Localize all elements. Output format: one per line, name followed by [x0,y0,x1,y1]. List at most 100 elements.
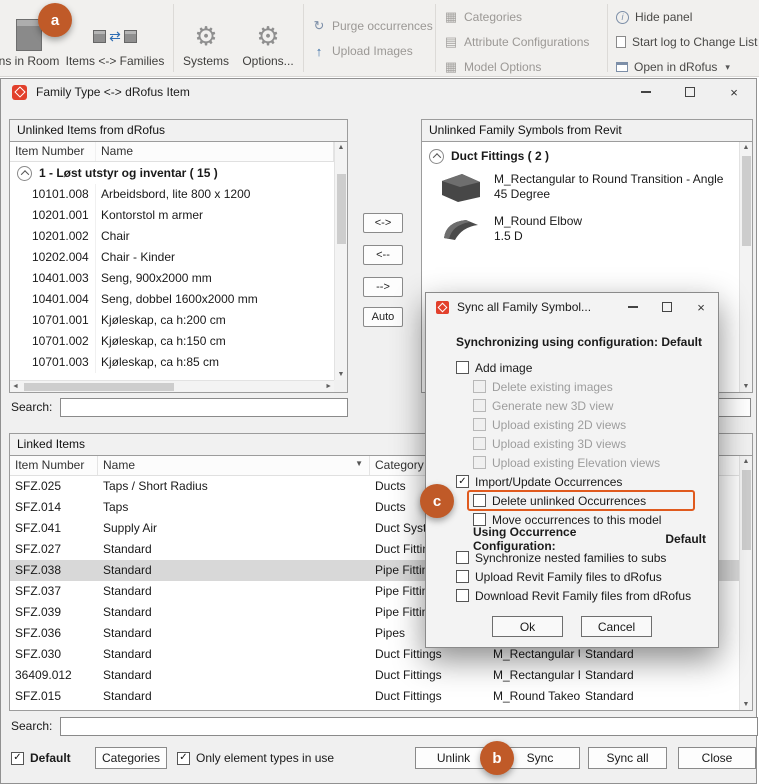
unlinked-item-row[interactable]: 10201.002Chair [10,226,334,247]
unlinked-vertical-scrollbar[interactable]: ▲ ▼ [334,142,347,380]
scroll-right-icon[interactable]: ► [325,383,332,390]
unlinked-item-row[interactable]: 10701.003Kjøleskap, ca h:85 cm [10,352,334,373]
unlinked-item-row[interactable]: 10401.004Seng, dobbel 1600x2000 mm [10,289,334,310]
unlinked-search-input[interactable] [60,398,348,417]
unlinked-item-row[interactable]: 10701.002Kjøleskap, ca h:150 cm [10,331,334,352]
checkbox[interactable] [456,589,469,602]
checkbox[interactable] [473,418,486,431]
close-icon[interactable]: × [712,79,756,105]
sync-option-synchronize-nested-families-to-subs[interactable]: Synchronize nested families to subs [456,548,706,567]
unlinked-item-row[interactable]: 10201.001Kontorstol m armer [10,205,334,226]
family-symbol-item[interactable]: M_Round Elbow1.5 D [422,209,739,251]
sync-option-delete-existing-images[interactable]: Delete existing images [473,377,706,396]
ribbon-start-log-button[interactable]: Start log to Change List [616,32,757,52]
unlinked-item-row[interactable]: 10202.004Chair - Kinder [10,247,334,268]
sync-option-upload-existing-elevation-views[interactable]: Upload existing Elevation views [473,453,706,472]
checkbox[interactable] [456,570,469,583]
ribbon-upload-images-button[interactable]: ↑ Upload Images [312,41,413,61]
scroll-left-icon[interactable]: ◄ [12,383,19,390]
ribbon-attribute-configurations-button[interactable]: ▤ Attribute Configurations [444,32,589,52]
sync-option-delete-unlinked-occurrences[interactable]: Delete unlinked Occurrences [467,490,695,511]
checkbox[interactable] [473,456,486,469]
link-both-button[interactable]: <-> [363,213,403,233]
unlinked-horizontal-scrollbar[interactable]: ◄ ► [10,380,334,392]
checkbox[interactable] [456,551,469,564]
ribbon-model-options-button[interactable]: ▦ Model Options [444,57,541,77]
sync-option-download-revit-family-files-from-drofus[interactable]: Download Revit Family files from dRofus [456,586,706,605]
search-label: Search: [11,400,52,414]
checkbox[interactable] [456,361,469,374]
families-group-row[interactable]: Duct Fittings ( 2 ) [422,145,739,167]
sync-all-button[interactable]: Sync all [588,747,667,769]
ribbon-options-button[interactable]: ⚙ Options... [237,0,299,74]
sync-option-upload-existing-3d-views[interactable]: Upload existing 3D views [473,434,706,453]
families-vertical-scrollbar[interactable]: ▲ ▼ [739,142,752,392]
scroll-down-icon[interactable]: ▼ [335,371,347,378]
linked-item-row[interactable]: SFZ.015StandardDuct FittingsM_Round Take… [10,686,739,707]
attribute-configurations-icon: ▤ [444,34,458,50]
unlinked-item-row[interactable]: 10701.001Kjøleskap, ca h:200 cm [10,310,334,331]
link-right-button[interactable]: --> [363,277,403,297]
sort-icon[interactable]: ▼ [355,459,363,468]
cancel-button[interactable]: Cancel [581,616,652,637]
close-icon[interactable]: × [684,293,718,321]
auto-link-button[interactable]: Auto [363,307,403,327]
window-titlebar[interactable]: Family Type <-> dRofus Item × [1,79,756,105]
ribbon-systems-button[interactable]: ⚙ Systems [179,0,233,74]
sync-option-upload-revit-family-files-to-drofus[interactable]: Upload Revit Family files to dRofus [456,567,706,586]
item-name-cell: Seng, dobbel 1600x2000 mm [96,289,334,310]
linked-vertical-scrollbar[interactable]: ▲ ▼ [739,456,752,710]
scroll-thumb[interactable] [742,156,751,246]
ribbon-items-families-button[interactable]: ⇄ Items <-> Families [60,0,170,74]
unlinked-group-row[interactable]: 1 - Løst utstyr og inventar ( 15 ) [10,162,334,184]
unlinked-item-row[interactable]: 10101.008Arbeidsbord, lite 800 x 1200 [10,184,334,205]
sync-option-generate-new-3d-view[interactable]: Generate new 3D view [473,396,706,415]
scroll-up-icon[interactable]: ▲ [335,144,347,151]
categories-button[interactable]: Categories [95,747,167,769]
close-button[interactable]: Close [678,747,756,769]
scroll-down-icon[interactable]: ▼ [740,701,752,708]
scroll-up-icon[interactable]: ▲ [740,458,752,465]
scroll-thumb[interactable] [337,174,346,244]
checkbox[interactable]: ✓ [177,752,190,765]
scroll-thumb[interactable] [24,383,174,391]
link-left-button[interactable]: <-- [363,245,403,265]
ribbon-categories-button[interactable]: ▦ Categories [444,7,522,27]
collapse-icon[interactable] [429,149,444,164]
minimize-icon[interactable] [624,79,668,105]
ribbon-open-in-drofus-button[interactable]: Open in dRofus ▾ [616,57,730,77]
minimize-icon[interactable] [616,293,650,321]
checkbox[interactable]: ✓ [11,752,24,765]
ribbon-hide-panel-button[interactable]: i Hide panel [616,7,692,27]
only-element-types-checkbox[interactable]: ✓ Only element types in use [177,747,334,769]
ribbon-purge-occurrences-button[interactable]: ↻ Purge occurrences [312,16,433,36]
collapse-icon[interactable] [17,166,32,181]
family-symbol-item[interactable]: M_Rectangular to Round Transition - Angl… [422,167,739,209]
sync-option-import-update-occurrences[interactable]: ✓Import/Update Occurrences [456,472,706,491]
scroll-thumb[interactable] [742,470,751,550]
checkbox[interactable] [473,399,486,412]
sync-option-label: Delete existing images [492,380,613,394]
sync-dialog-titlebar[interactable]: Sync all Family Symbol... × [426,293,718,321]
column-item-number[interactable]: Item Number [10,142,96,161]
column-name[interactable]: Name▼ [98,456,370,475]
ok-button[interactable]: Ok [492,616,563,637]
sync-option-upload-existing-2d-views[interactable]: Upload existing 2D views [473,415,706,434]
maximize-icon[interactable] [650,293,684,321]
sync-option-add-image[interactable]: Add image [456,358,706,377]
unlinked-item-row[interactable]: 10401.003Seng, 900x2000 mm [10,268,334,289]
checkbox[interactable]: ✓ [456,475,469,488]
checkbox[interactable] [473,380,486,393]
checkbox[interactable] [473,437,486,450]
linked-item-row[interactable]: 36409.012StandardDuct FittingsM_Rectangu… [10,665,739,686]
item-name-cell: Standard [98,539,370,560]
column-name[interactable]: Name [96,142,334,161]
column-item-number[interactable]: Item Number [10,456,98,475]
default-config-checkbox[interactable]: ✓ Default [11,747,71,769]
scroll-up-icon[interactable]: ▲ [740,144,752,151]
drofus-app-icon [12,85,27,100]
linked-search-input[interactable] [60,717,758,736]
maximize-icon[interactable] [668,79,712,105]
scroll-down-icon[interactable]: ▼ [740,383,752,390]
checkbox[interactable] [473,494,486,507]
